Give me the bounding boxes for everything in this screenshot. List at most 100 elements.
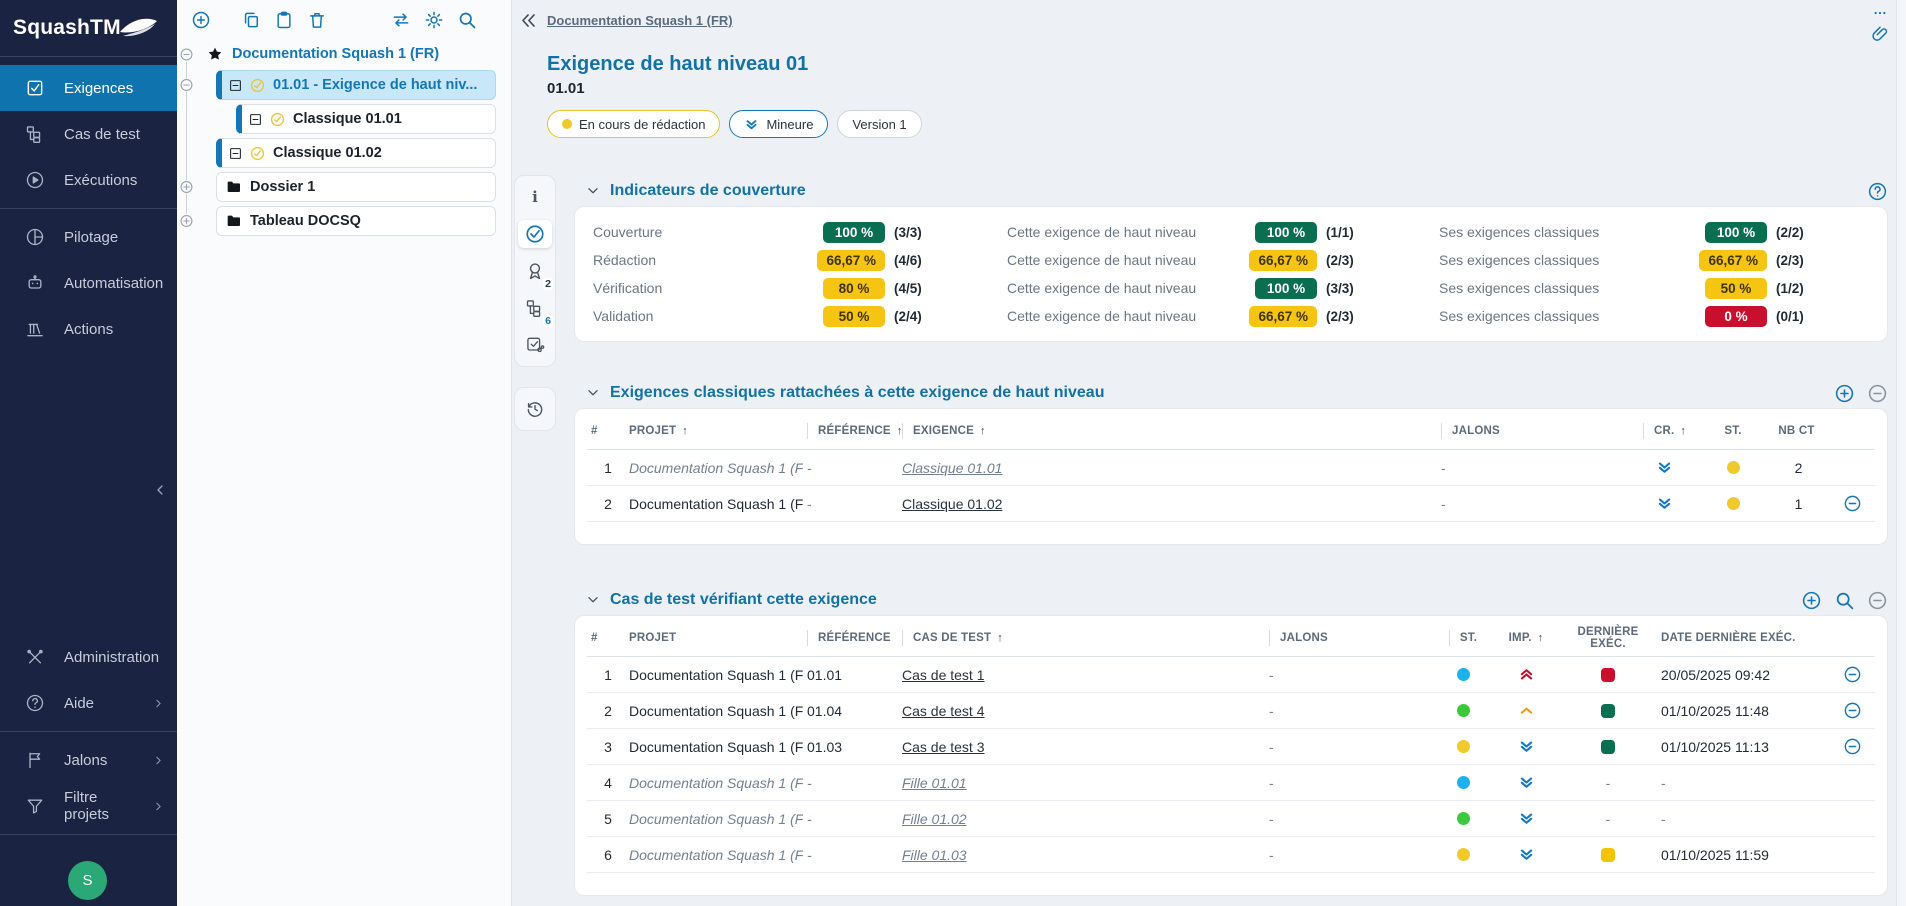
detach-requirement-icon[interactable] [1867, 383, 1888, 404]
reference-cell: - [803, 460, 898, 476]
column-header-reference[interactable]: RÉFÉRENCE↑ [803, 413, 898, 449]
favorite-star-icon[interactable] [207, 46, 223, 62]
collapse-square-icon[interactable] [249, 113, 262, 126]
collapse-square-icon[interactable] [229, 79, 242, 92]
sidebar-item-filtre-projets[interactable]: Filtre projets [0, 783, 177, 829]
attach-test-case-icon[interactable] [1801, 590, 1822, 611]
row-link[interactable]: Cas de test 3 [902, 739, 985, 755]
user-avatar[interactable]: S [68, 861, 107, 900]
execution-status-icon [1601, 704, 1615, 718]
sidebar-item-jalons[interactable]: Jalons [0, 737, 177, 783]
anchor-info-icon[interactable]: i [518, 183, 552, 211]
sidebar-item-aide[interactable]: Aide [0, 680, 177, 726]
anchor-linked-requirements-icon[interactable]: 6 [518, 294, 552, 322]
collapse-section-icon[interactable] [586, 184, 600, 198]
collapse-tree-icon[interactable] [519, 11, 538, 30]
search-icon[interactable] [457, 10, 477, 30]
sidebar-item-cas-de-test[interactable]: Cas de test [0, 111, 177, 157]
detach-row-icon[interactable] [1843, 665, 1862, 684]
row-link[interactable]: Cas de test 4 [902, 703, 985, 719]
row-link[interactable]: Fille 01.03 [902, 847, 967, 863]
anchor-coverage-stats-icon[interactable] [518, 220, 552, 248]
tree-node-classique-01-02[interactable]: Classique 01.02 [216, 138, 496, 168]
row-number: 2 [587, 703, 625, 719]
collapse-square-icon[interactable] [229, 147, 242, 160]
delete-icon[interactable] [307, 10, 327, 30]
name-cell: Fille 01.03 [898, 847, 1265, 863]
coverage-row: Validation50 %(2/4)Cette exigence de hau… [575, 302, 1887, 330]
settings-icon[interactable] [424, 10, 444, 30]
detach-row-icon[interactable] [1843, 494, 1862, 513]
row-link[interactable]: Classique 01.01 [902, 460, 1002, 476]
collapse-section-icon[interactable] [586, 593, 600, 607]
collapse-section-icon[interactable] [586, 386, 600, 400]
tree-row: Tableau DOCSQ [177, 206, 496, 236]
paste-icon[interactable] [274, 10, 294, 30]
anchor-milestone-award-icon[interactable]: 2 [518, 257, 552, 285]
sidebar-item-automatisation[interactable]: Automatisation [0, 260, 177, 306]
attach-requirement-icon[interactable] [1834, 383, 1855, 404]
column-header-exigence[interactable]: EXIGENCE↑ [898, 413, 1437, 449]
collapse-expander-icon[interactable] [180, 48, 193, 61]
more-options-icon[interactable] [1870, 6, 1890, 20]
column-header-item[interactable]: # [587, 413, 625, 449]
search-test-case-icon[interactable] [1834, 590, 1855, 611]
column-header-derniere-exec[interactable]: DERNIÈRE EXÉC. [1559, 620, 1657, 656]
column-header-projet[interactable]: PROJET [625, 620, 803, 656]
tree-node-dossier-1[interactable]: Dossier 1 [216, 172, 496, 202]
row-link[interactable]: Classique 01.02 [902, 496, 1002, 512]
attachments-icon[interactable] [1871, 23, 1890, 47]
tree-node-classique-01-01[interactable]: Classique 01.01 [236, 104, 496, 134]
coverage-badge-cell: 66,67 % [1225, 306, 1317, 327]
sidebar-item-actions[interactable]: Actions [0, 306, 177, 352]
column-header-imp[interactable]: IMP.↑ [1493, 620, 1559, 656]
tree-root-row[interactable]: Documentation Squash 1 (FR) [177, 42, 511, 66]
req-status-icon [250, 78, 265, 93]
column-header-cr[interactable]: CR.↑ [1627, 413, 1702, 449]
column-header-st[interactable]: ST. [1433, 620, 1493, 656]
anchor-history-icon[interactable] [518, 395, 552, 423]
coverage-badge-cell: 80 % [793, 278, 885, 299]
column-header-cas-de-test[interactable]: CAS DE TEST↑ [898, 620, 1265, 656]
criticality-chevrons-icon [744, 117, 759, 132]
sidebar-collapse-icon[interactable] [152, 482, 168, 498]
status-pill[interactable]: En cours de rédaction [547, 110, 720, 138]
column-header-jalons[interactable]: JALONS [1265, 620, 1433, 656]
expander-minus-icon[interactable] [180, 79, 193, 92]
anchor-verifying-test-cases-icon[interactable] [518, 331, 552, 359]
sidebar-item-administration[interactable]: Administration [0, 634, 177, 680]
row-link[interactable]: Fille 01.02 [902, 811, 967, 827]
column-header-st[interactable]: ST. [1702, 413, 1764, 449]
detach-test-case-icon[interactable] [1867, 590, 1888, 611]
sidebar-item-exigences[interactable]: Exigences [0, 65, 177, 111]
column-header-date-derniere-exec[interactable]: DATE DERNIÈRE EXÉC. [1657, 620, 1829, 656]
row-link[interactable]: Cas de test 1 [902, 667, 985, 683]
sort-arrow-icon: ↑ [997, 632, 1003, 644]
history-group [514, 387, 556, 431]
column-header-item[interactable]: # [587, 620, 625, 656]
tree-row: Dossier 1 [177, 172, 496, 202]
execution-status-icon [1601, 848, 1615, 862]
tree-root-label[interactable]: Documentation Squash 1 (FR) [232, 46, 439, 62]
copy-icon[interactable] [241, 10, 261, 30]
sidebar-item-executions[interactable]: Exécutions [0, 157, 177, 203]
requirement-reference: 01.01 [547, 80, 585, 97]
tree-node-tableau-docsq[interactable]: Tableau DOCSQ [216, 206, 496, 236]
expander-plus-icon[interactable] [180, 181, 193, 194]
page-scrollbar[interactable] [1896, 0, 1906, 906]
criticality-pill[interactable]: Mineure [729, 110, 828, 138]
column-header-nb-ct[interactable]: NB CT [1764, 413, 1829, 449]
detach-row-icon[interactable] [1843, 737, 1862, 756]
expander-plus-icon[interactable] [180, 215, 193, 228]
help-icon[interactable] [1867, 181, 1888, 202]
column-header-projet[interactable]: PROJET↑ [625, 413, 803, 449]
breadcrumb[interactable]: Documentation Squash 1 (FR) [547, 13, 733, 28]
sidebar-item-pilotage[interactable]: Pilotage [0, 214, 177, 260]
row-link[interactable]: Fille 01.01 [902, 775, 967, 791]
tree-node-01-01-exigence-de-haut-niv[interactable]: 01.01 - Exigence de haut niv... [216, 70, 496, 100]
column-header-jalons[interactable]: JALONS [1437, 413, 1627, 449]
add-icon[interactable] [191, 10, 211, 30]
detach-row-icon[interactable] [1843, 701, 1862, 720]
transfer-icon[interactable] [391, 10, 411, 30]
column-header-reference[interactable]: RÉFÉRENCE [803, 620, 898, 656]
